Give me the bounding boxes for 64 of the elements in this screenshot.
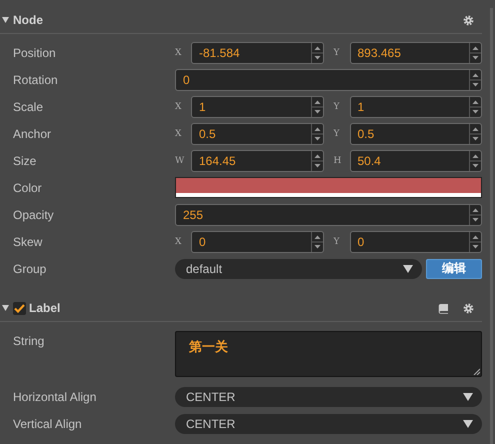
- enable-checkbox[interactable]: [13, 302, 26, 314]
- property-label: Horizontal Align: [13, 390, 98, 404]
- property-label: Anchor: [13, 126, 52, 140]
- spinner-arrows-icon[interactable]: [469, 42, 481, 62]
- caret-icon: [403, 264, 413, 272]
- spinner-arrows-icon[interactable]: [310, 232, 322, 252]
- text-area[interactable]: 第一关: [175, 331, 482, 377]
- expand-arrow-icon[interactable]: [2, 305, 10, 311]
- spinner-arrows-icon[interactable]: [310, 124, 322, 144]
- number-field[interactable]: 0: [350, 230, 482, 252]
- number-field[interactable]: 893.465: [350, 42, 482, 64]
- settings-icon[interactable]: [463, 302, 474, 314]
- axis-label: Y: [334, 236, 340, 246]
- axis-label: X: [175, 128, 182, 138]
- axis-label: Y: [334, 102, 340, 112]
- spinner-arrows-icon[interactable]: [469, 124, 481, 144]
- expand-arrow-icon[interactable]: [2, 17, 10, 23]
- number-field[interactable]: 0.5: [350, 122, 482, 144]
- spinner-arrows-icon[interactable]: [469, 150, 481, 170]
- property-label: Group: [13, 262, 48, 276]
- axis-label: Y: [334, 128, 340, 138]
- number-field[interactable]: 1: [191, 96, 324, 118]
- section-title: Node: [13, 13, 43, 27]
- caret-icon: [463, 420, 473, 428]
- spinner-arrows-icon[interactable]: [469, 96, 481, 116]
- edit-button[interactable]: 编辑: [426, 258, 482, 278]
- property-label: Opacity: [13, 208, 55, 222]
- property-label: Size: [13, 154, 38, 168]
- resize-grip-icon[interactable]: [473, 368, 480, 375]
- axis-label: W: [175, 156, 186, 166]
- property-label: Position: [13, 46, 57, 60]
- spinner-arrows-icon[interactable]: [310, 42, 322, 62]
- axis-label: X: [175, 102, 182, 112]
- number-field[interactable]: 0.5: [191, 122, 324, 144]
- number-field[interactable]: 50.4: [350, 150, 482, 172]
- dropdown[interactable]: CENTER: [175, 386, 482, 406]
- property-label: Skew: [13, 234, 44, 248]
- spinner-arrows-icon[interactable]: [469, 70, 481, 90]
- settings-icon[interactable]: [463, 14, 474, 26]
- property-label: Vertical Align: [13, 416, 83, 430]
- axis-label: H: [334, 156, 342, 166]
- axis-label: Y: [334, 48, 340, 58]
- number-field[interactable]: 255: [175, 204, 482, 226]
- color-swatch[interactable]: [175, 177, 482, 198]
- book-icon[interactable]: [438, 302, 449, 314]
- caret-icon: [463, 392, 473, 400]
- number-field[interactable]: 164.45: [191, 150, 324, 172]
- dropdown[interactable]: default: [175, 258, 422, 278]
- section-title: Label: [29, 301, 60, 315]
- property-label: String: [13, 333, 46, 348]
- spinner-arrows-icon[interactable]: [310, 96, 322, 116]
- number-field[interactable]: 1: [350, 96, 482, 118]
- dropdown[interactable]: CENTER: [175, 414, 482, 434]
- axis-label: X: [175, 48, 182, 58]
- number-field[interactable]: 0: [175, 68, 482, 90]
- spinner-arrows-icon[interactable]: [469, 232, 481, 252]
- spinner-arrows-icon[interactable]: [310, 150, 322, 170]
- property-label: Rotation: [13, 72, 59, 86]
- number-field[interactable]: 0: [191, 230, 324, 252]
- property-label: Scale: [13, 100, 44, 114]
- spinner-arrows-icon[interactable]: [469, 204, 481, 224]
- number-field[interactable]: -81.584: [191, 42, 324, 64]
- axis-label: X: [175, 236, 182, 246]
- property-label: Color: [13, 180, 43, 194]
